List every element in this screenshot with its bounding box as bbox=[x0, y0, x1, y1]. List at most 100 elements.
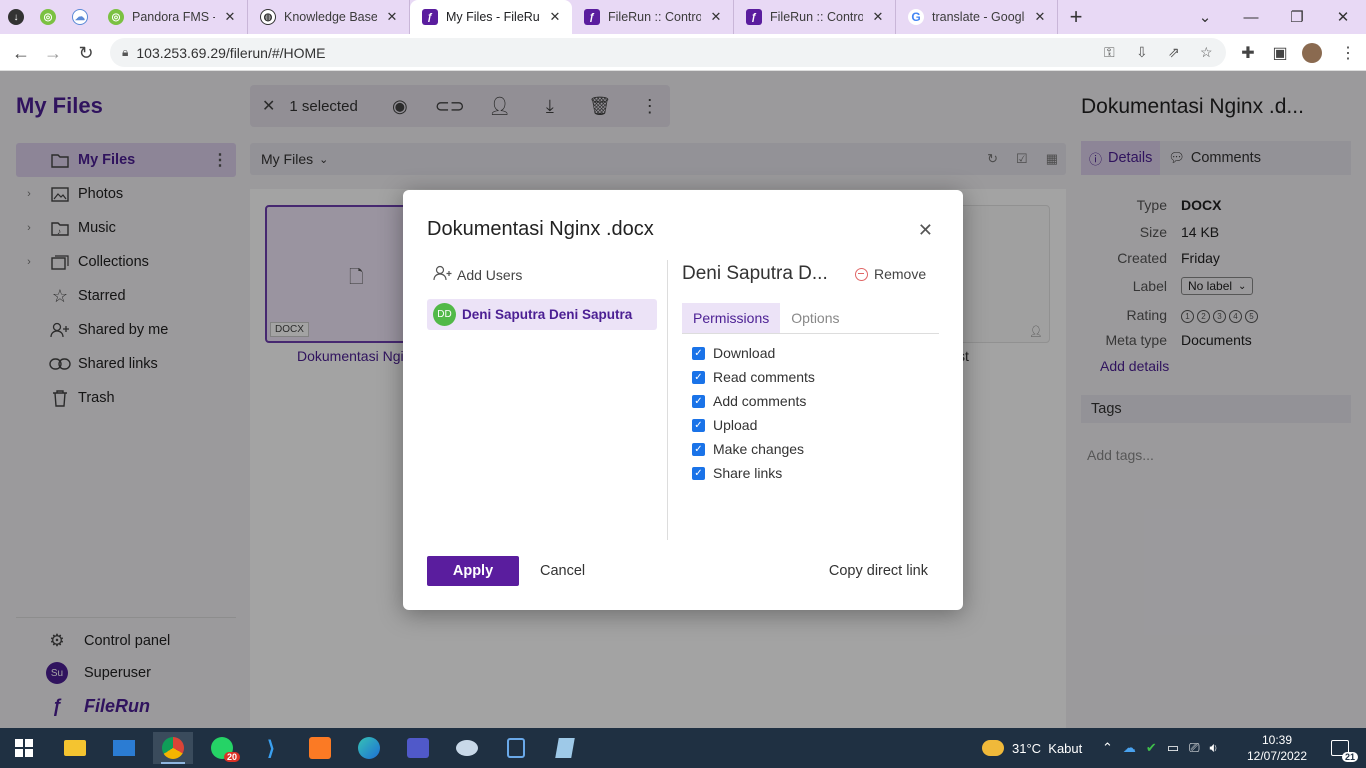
checkbox-checked-icon[interactable]: ✓ bbox=[692, 370, 705, 384]
apply-button[interactable]: Apply bbox=[427, 556, 519, 586]
volume-icon[interactable]: 🔉︎ bbox=[1210, 740, 1218, 756]
url-text: 103.253.69.29/filerun/#/HOME bbox=[136, 44, 326, 61]
tab-google-translate[interactable]: G translate - Google ✕ bbox=[896, 0, 1058, 34]
checkbox-checked-icon[interactable]: ✓ bbox=[692, 346, 705, 360]
lock-icon: 🔒︎ bbox=[122, 45, 129, 59]
permission-read-comments[interactable]: ✓ Read comments bbox=[692, 369, 815, 385]
pinned-tab-download[interactable]: ↓ bbox=[0, 0, 32, 34]
notepad-icon[interactable] bbox=[545, 732, 585, 764]
forward-button[interactable]: → bbox=[40, 40, 66, 66]
whatsapp-icon[interactable]: 20 bbox=[202, 732, 242, 764]
file-explorer-icon[interactable] bbox=[55, 732, 95, 764]
teams-icon[interactable] bbox=[398, 732, 438, 764]
security-check-icon[interactable]: ✔ bbox=[1146, 740, 1157, 756]
tab-control-panel-1[interactable]: ƒ FileRun :: Control F ✕ bbox=[572, 0, 734, 34]
vscode-icon[interactable]: ⟩ bbox=[251, 732, 291, 764]
tab-pandora[interactable]: ◎ Pandora FMS - the ✕ bbox=[96, 0, 248, 34]
restore-button[interactable]: ❐ bbox=[1274, 0, 1320, 34]
permission-tabs: Permissions Options bbox=[682, 303, 939, 334]
avatar: DD bbox=[433, 303, 456, 326]
weather-widget[interactable]: 31°C Kabut bbox=[982, 728, 1082, 768]
copy-direct-link-button[interactable]: Copy direct link bbox=[829, 563, 928, 579]
permission-make-changes[interactable]: ✓ Make changes bbox=[692, 441, 804, 457]
permission-label: Upload bbox=[713, 417, 758, 433]
permission-download[interactable]: ✓ Download bbox=[692, 345, 775, 361]
shared-user-name: Deni Saputra Deni Saputra bbox=[462, 307, 633, 322]
weather-fog-icon bbox=[982, 740, 1004, 756]
permission-upload[interactable]: ✓ Upload bbox=[692, 417, 757, 433]
chrome-icon[interactable] bbox=[153, 732, 193, 764]
notification-badge: 20 bbox=[223, 752, 240, 762]
tab-title: FileRun :: Control F bbox=[770, 10, 863, 24]
install-icon[interactable]: ⇩ bbox=[1136, 38, 1148, 67]
add-users-label: Add Users bbox=[457, 266, 523, 283]
close-tab-icon[interactable]: ✕ bbox=[548, 9, 562, 25]
share-icon[interactable]: ⇗ bbox=[1168, 38, 1180, 67]
pinned-tab-cloud[interactable]: ☁ bbox=[64, 0, 96, 34]
tab-title: Knowledge Base C bbox=[284, 10, 377, 24]
new-tab-button[interactable]: + bbox=[1058, 0, 1094, 34]
clock-date: 12/07/2022 bbox=[1246, 749, 1308, 763]
permission-share-links[interactable]: ✓ Share links bbox=[692, 465, 782, 481]
extensions-icon[interactable]: ✚ bbox=[1236, 41, 1260, 65]
permission-add-comments[interactable]: ✓ Add comments bbox=[692, 393, 806, 409]
reload-button[interactable]: ↻ bbox=[73, 40, 99, 66]
close-tab-icon[interactable]: ✕ bbox=[709, 9, 723, 25]
close-window-button[interactable]: ✕ bbox=[1320, 0, 1366, 34]
checkbox-checked-icon[interactable]: ✓ bbox=[692, 418, 705, 432]
cancel-button[interactable]: Cancel bbox=[540, 563, 585, 579]
share-dialog: Dokumentasi Nginx .docx ✕ Add Users DD D… bbox=[403, 190, 963, 610]
checkbox-checked-icon[interactable]: ✓ bbox=[692, 466, 705, 480]
minimize-button[interactable]: — bbox=[1228, 0, 1274, 34]
pinned-tab-pandora[interactable]: ◎ bbox=[32, 0, 64, 34]
windows-logo-icon bbox=[15, 739, 33, 757]
side-panel-icon[interactable]: ▣ bbox=[1268, 41, 1292, 65]
permission-label: Read comments bbox=[713, 369, 815, 385]
tab-title: FileRun :: Control F bbox=[608, 10, 701, 24]
tab-search-icon[interactable]: ⌄ bbox=[1182, 0, 1228, 34]
onedrive-icon[interactable]: ☁ bbox=[1123, 740, 1136, 756]
permission-label: Add comments bbox=[713, 393, 807, 409]
back-button[interactable]: ← bbox=[8, 40, 34, 66]
checkbox-checked-icon[interactable]: ✓ bbox=[692, 394, 705, 408]
close-tab-icon[interactable]: ✕ bbox=[1033, 9, 1047, 25]
start-button[interactable] bbox=[4, 732, 44, 764]
tab-options[interactable]: Options bbox=[780, 303, 850, 333]
mail-icon[interactable] bbox=[104, 732, 144, 764]
close-tab-icon[interactable]: ✕ bbox=[223, 9, 237, 25]
close-icon[interactable]: ✕ bbox=[918, 220, 933, 241]
chevron-up-icon[interactable]: ⌃ bbox=[1102, 740, 1113, 756]
close-tab-icon[interactable]: ✕ bbox=[871, 9, 885, 25]
user-plus-icon bbox=[433, 265, 453, 284]
tab-knowledge-base[interactable]: ◍ Knowledge Base C ✕ bbox=[248, 0, 410, 34]
notification-count: 21 bbox=[1341, 752, 1358, 762]
weather-text: 31°C Kabut bbox=[1012, 740, 1083, 756]
browser-toolbar: ← → ↻ 🔒︎ 103.253.69.29/filerun/#/HOME ⚿ … bbox=[0, 34, 1366, 71]
checkbox-checked-icon[interactable]: ✓ bbox=[692, 442, 705, 456]
tab-control-panel-2[interactable]: ƒ FileRun :: Control F ✕ bbox=[734, 0, 896, 34]
selected-user-title: Deni Saputra D... bbox=[682, 263, 828, 284]
network-icon[interactable]: ⎚ bbox=[1189, 740, 1199, 756]
profile-avatar[interactable] bbox=[1300, 41, 1324, 65]
close-tab-icon[interactable]: ✕ bbox=[385, 9, 399, 25]
calculator-icon[interactable] bbox=[496, 732, 536, 764]
clock[interactable]: 10:39 12/07/2022 bbox=[1240, 732, 1314, 764]
paint-icon[interactable] bbox=[447, 732, 487, 764]
menu-kebab-icon[interactable]: ⋮ bbox=[1336, 41, 1360, 65]
bookmark-star-icon[interactable]: ☆ bbox=[1200, 38, 1213, 67]
add-users-button[interactable]: Add Users bbox=[433, 265, 522, 284]
remove-user-button[interactable]: Remove bbox=[855, 266, 926, 282]
address-bar[interactable]: 🔒︎ 103.253.69.29/filerun/#/HOME ⚿ ⇩ ⇗ ☆ bbox=[110, 38, 1226, 67]
edge-icon[interactable] bbox=[349, 732, 389, 764]
filerun-icon: ƒ bbox=[422, 9, 438, 25]
browser-tab-strip: ↓ ◎ ☁ ◎ Pandora FMS - the ✕ ◍ Knowledge … bbox=[0, 0, 1366, 34]
key-icon[interactable]: ⚿ bbox=[1104, 38, 1115, 67]
xampp-icon[interactable] bbox=[300, 732, 340, 764]
tab-title: translate - Google bbox=[932, 10, 1025, 24]
tab-permissions[interactable]: Permissions bbox=[682, 303, 781, 333]
notification-center-icon[interactable]: 21 bbox=[1320, 732, 1360, 764]
download-circle-icon: ↓ bbox=[8, 9, 24, 25]
tab-my-files[interactable]: ƒ My Files - FileRun ✕ bbox=[410, 0, 572, 34]
battery-icon[interactable]: ▭ bbox=[1167, 740, 1179, 756]
shared-user-item[interactable]: DD Deni Saputra Deni Saputra bbox=[427, 299, 657, 330]
